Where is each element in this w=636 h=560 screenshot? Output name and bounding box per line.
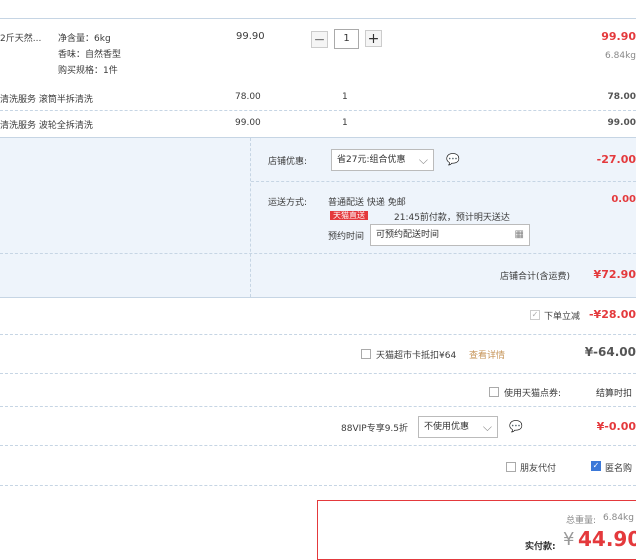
points-label: 使用天猫点券: [504, 389, 562, 399]
product-weight: 6.84kg [605, 51, 636, 61]
pay-label: 实付款: [525, 542, 556, 552]
service-total: 99.00 [607, 118, 636, 128]
chevron-down-icon: ⌵ [482, 420, 492, 434]
instant-discount-amount: -¥28.00 [588, 308, 636, 321]
service-label: 清洗服务 波轮全拆清洗 [0, 121, 93, 131]
instant-discount-checkbox: ✓ [530, 310, 540, 320]
unit-price: 99.90 [236, 31, 265, 42]
tmall-direct-badge: 天猫直送 [330, 210, 368, 222]
product-spec-weight: 净含量：6kg [58, 34, 111, 44]
pay-amount: 44.90 [578, 527, 636, 551]
divider [0, 253, 636, 254]
shop-total-label: 店铺合计(含运费) [500, 272, 571, 282]
shop-options-panel: 店铺优惠: 省27元:组合优惠 ⌵ 💬 -27.00 运送方式: 普通配送 快递 … [0, 137, 636, 298]
chevron-down-icon: ⌵ [418, 153, 428, 167]
increase-quantity-button[interactable]: + [365, 30, 382, 47]
comment-icon[interactable]: 💬 [446, 153, 460, 166]
vip-discount-select[interactable]: 不使用优惠 ⌵ [418, 416, 498, 438]
payment-summary-box: 总重量: 6.84kg 实付款: ¥ 44.90 [317, 500, 636, 560]
divider [0, 406, 636, 407]
points-note: 结算时扣 [596, 389, 633, 399]
card-deduct-checkbox[interactable] [361, 349, 371, 359]
service-price: 99.00 [235, 118, 261, 128]
appointment-label: 预约时间 [328, 232, 365, 242]
vip-label: 88VIP专享9.5折 [341, 424, 409, 434]
instant-discount-label: 下单立减 [544, 312, 581, 322]
points-checkbox[interactable] [489, 387, 499, 397]
vip-amount: ¥-0.00 [596, 420, 636, 433]
shop-discount-label: 店铺优惠: [268, 157, 308, 167]
shop-discount-amount: -27.00 [596, 153, 636, 166]
quantity-input[interactable]: 1 [334, 29, 359, 49]
decrease-quantity-button[interactable]: − [311, 31, 328, 48]
top-border [0, 18, 636, 19]
product-spec-scent: 香味：自然香型 [58, 50, 122, 60]
service-total: 78.00 [607, 92, 636, 102]
friend-pay-checkbox[interactable] [506, 462, 516, 472]
comment-icon[interactable]: 💬 [509, 420, 523, 433]
total-weight: 6.84kg [603, 513, 634, 523]
shop-discount-select[interactable]: 省27元:组合优惠 ⌵ [331, 149, 434, 171]
anonymous-checkbox[interactable]: ✓ [591, 461, 601, 471]
service-qty: 1 [342, 92, 348, 102]
delivery-method: 普通配送 快递 免邮 [328, 198, 406, 208]
anonymous-label: 匿名购 [605, 464, 633, 474]
divider [0, 485, 636, 486]
card-deduct-amount: ¥-64.00 [584, 345, 636, 359]
delivery-fee: 0.00 [611, 194, 636, 205]
card-deduct-label: 天猫超市卡抵扣¥64 [376, 351, 457, 361]
service-qty: 1 [342, 118, 348, 128]
card-deduct-details-link[interactable]: 查看详情 [469, 348, 505, 361]
divider [251, 181, 636, 182]
divider [0, 445, 636, 446]
service-price: 78.00 [235, 92, 261, 102]
divider [0, 110, 636, 111]
total-weight-label: 总重量: [566, 516, 597, 526]
delivery-eta: 21:45前付款，预计明天送达 [394, 213, 510, 223]
divider [0, 373, 636, 374]
currency-symbol: ¥ [563, 529, 575, 550]
appointment-time-input[interactable]: 可预约配送时间 ▦ [370, 224, 530, 246]
delivery-label: 运送方式: [268, 198, 308, 208]
service-label: 清洗服务 滚筒半拆清洗 [0, 95, 93, 105]
divider [0, 334, 636, 335]
product-spec-package: 购买规格：1件 [58, 66, 118, 76]
panel-divider [250, 138, 251, 297]
calendar-icon: ▦ [514, 229, 524, 240]
friend-pay-label: 朋友代付 [520, 464, 557, 474]
shop-total-amount: ¥72.90 [593, 268, 636, 281]
product-subtotal: 99.90 [601, 30, 636, 43]
product-name[interactable]: 2斤天然... [0, 31, 41, 44]
